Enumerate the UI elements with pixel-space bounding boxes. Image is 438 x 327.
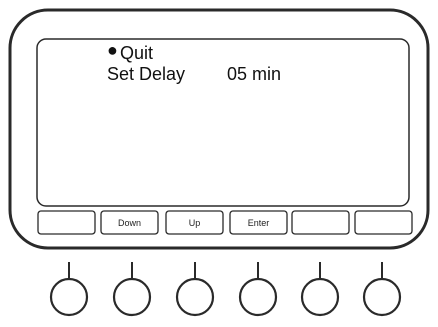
delay-value: 05 min — [227, 64, 281, 84]
softkey-enter-button[interactable] — [238, 277, 278, 317]
menu-item-set-delay[interactable]: Set Delay — [107, 64, 185, 84]
softkey-up-button[interactable] — [175, 277, 215, 317]
softkey-label-4: Enter — [229, 210, 288, 235]
softkey-label-1 — [37, 210, 96, 235]
softkey-label-text: Down — [118, 218, 141, 228]
device-panel: ● Quit Set Delay 05 min Down Up Enter — [8, 8, 430, 317]
softkey-label-text: Up — [189, 218, 201, 228]
softkey-label-text: Enter — [248, 218, 270, 228]
softkey-label-5 — [291, 210, 350, 235]
menu-item-quit[interactable]: Quit — [120, 43, 153, 63]
softkey-label-box — [37, 210, 96, 235]
softkey-label-box — [354, 210, 413, 235]
softkey-label-6 — [354, 210, 413, 235]
lcd-screen — [36, 38, 410, 207]
softkey-label-2: Down — [100, 210, 159, 235]
softkey-1-button[interactable] — [49, 277, 89, 317]
softkey-label-3: Up — [165, 210, 224, 235]
softkey-6-button[interactable] — [362, 277, 402, 317]
softkey-5-button[interactable] — [300, 277, 340, 317]
softkey-label-box — [291, 210, 350, 235]
menu-bullet-icon: ● — [107, 40, 118, 60]
physical-button-row — [49, 262, 402, 317]
softkey-down-button[interactable] — [112, 277, 152, 317]
